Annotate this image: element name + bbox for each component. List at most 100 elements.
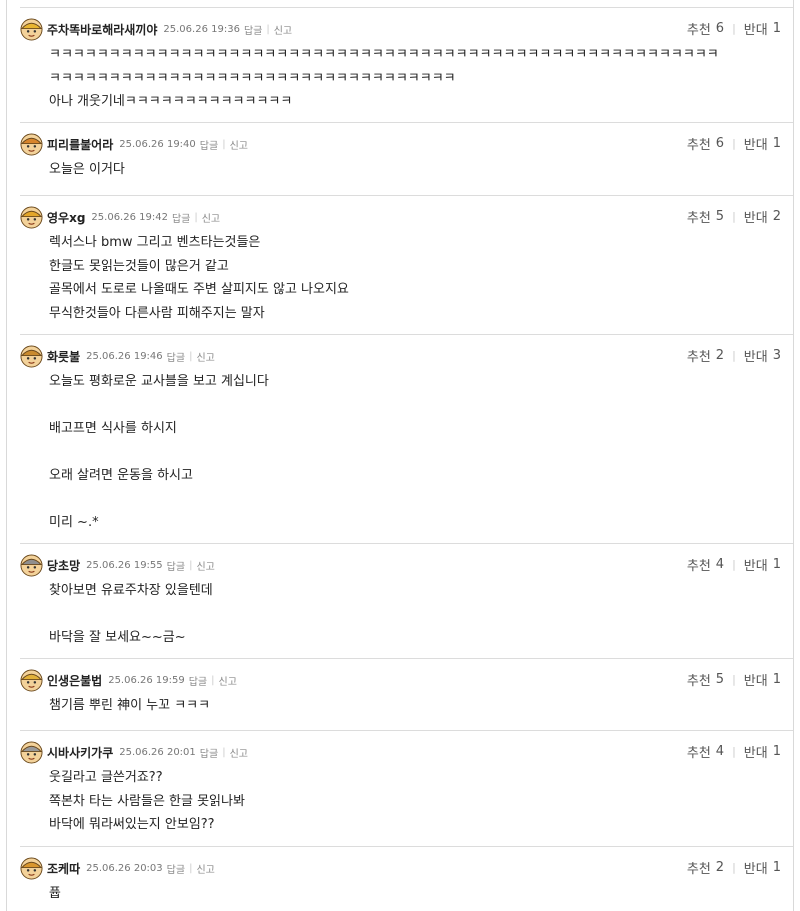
comment-text-line: 찾아보면 유료주차장 있을텐데 xyxy=(49,583,213,598)
report-link[interactable]: 신고 xyxy=(230,745,248,760)
reply-link[interactable]: 답글 xyxy=(167,558,185,573)
downvote-button[interactable]: 반대 xyxy=(744,207,768,226)
comment-date: 25.06.26 20:03 xyxy=(86,862,163,874)
avatar-icon[interactable] xyxy=(20,856,43,880)
author-nickname[interactable]: 화릇불 xyxy=(47,348,80,365)
vote-box: 추천 4 | 반대 1 xyxy=(687,742,781,761)
upvote-button[interactable]: 추천 xyxy=(687,555,711,574)
comment-item: 영우xg 25.06.26 19:42 답글 | 신고 추천 5 | 반대 2 렉서스나 bmw 그… xyxy=(20,195,793,325)
upvote-count: 4 xyxy=(715,557,725,572)
comment-body: 챔기름 뿌린 神이 누꼬 ㅋㅋㅋ xyxy=(49,694,793,718)
downvote-count: 1 xyxy=(772,21,781,36)
comment-text-line xyxy=(49,603,793,627)
divider: | xyxy=(189,350,193,362)
downvote-button[interactable]: 반대 xyxy=(744,19,768,38)
comment-header: 화릇불 25.06.26 19:46 답글 | 신고 추천 2 | 반대 3 xyxy=(20,344,793,368)
divider: | xyxy=(732,210,736,223)
comment-text-line: 한글도 못읽는것들이 많은거 같고 xyxy=(49,258,229,274)
comment-text-line xyxy=(49,441,793,465)
upvote-button[interactable]: 추천 xyxy=(687,134,711,153)
author-nickname[interactable]: 인생은불법 xyxy=(47,672,102,689)
downvote-button[interactable]: 반대 xyxy=(744,742,768,761)
downvote-button[interactable]: 반대 xyxy=(744,555,768,574)
comment-text-line: 쪽본차 타는 사람들은 한글 못읽나봐 xyxy=(49,793,245,809)
upvote-button[interactable]: 추천 xyxy=(687,858,711,877)
avatar-icon[interactable] xyxy=(20,668,43,692)
comment-date: 25.06.26 19:46 xyxy=(86,350,163,362)
author-nickname[interactable]: 시바사키가쿠 xyxy=(47,744,113,761)
author-nickname[interactable]: 주차똑바로해라새끼야 xyxy=(47,21,157,38)
comment-header: 영우xg 25.06.26 19:42 답글 | 신고 추천 5 | 반대 2 xyxy=(20,205,793,229)
downvote-count: 1 xyxy=(772,672,781,687)
author-nickname[interactable]: 당초망 xyxy=(47,557,80,574)
upvote-button[interactable]: 추천 xyxy=(687,346,711,365)
comment-date: 25.06.26 19:40 xyxy=(119,138,196,150)
comment-item: 피리를불어라 25.06.26 19:40 답글 | 신고 추천 6 | 반대 1 오늘은 이거다 xyxy=(20,122,793,182)
vote-box: 추천 2 | 반대 3 xyxy=(687,346,781,365)
upvote-button[interactable]: 추천 xyxy=(687,742,711,761)
avatar-icon[interactable] xyxy=(20,17,43,41)
divider: | xyxy=(194,211,198,223)
reply-link[interactable]: 답글 xyxy=(172,210,190,225)
comment-item: 시바사키가쿠 25.06.26 20:01 답글 | 신고 추천 4 | 반대 1 웃길라고 글쓴거… xyxy=(20,730,793,837)
comment-header: 조케따 25.06.26 20:03 답글 | 신고 추천 2 | 반대 1 xyxy=(20,856,793,880)
downvote-button[interactable]: 반대 xyxy=(744,670,768,689)
downvote-button[interactable]: 반대 xyxy=(744,346,768,365)
avatar-icon[interactable] xyxy=(20,344,43,368)
report-link[interactable]: 신고 xyxy=(219,673,237,688)
author-nickname[interactable]: 조케따 xyxy=(47,860,80,877)
downvote-count: 1 xyxy=(772,136,781,151)
report-link[interactable]: 신고 xyxy=(196,349,214,364)
avatar-icon[interactable] xyxy=(20,205,43,229)
avatar-icon[interactable] xyxy=(20,553,43,577)
reply-link[interactable]: 답글 xyxy=(167,861,185,876)
downvote-count: 2 xyxy=(772,209,781,224)
report-link[interactable]: 신고 xyxy=(196,861,214,876)
comment-date: 25.06.26 19:36 xyxy=(163,23,240,35)
upvote-button[interactable]: 추천 xyxy=(687,670,711,689)
divider: | xyxy=(732,22,736,35)
author-nickname[interactable]: 피리를불어라 xyxy=(47,136,113,153)
divider: | xyxy=(189,862,193,874)
reply-link[interactable]: 답글 xyxy=(244,22,262,37)
reply-link[interactable]: 답글 xyxy=(189,673,207,688)
avatar-icon[interactable] xyxy=(20,740,43,764)
divider: | xyxy=(732,349,736,362)
vote-box: 추천 6 | 반대 1 xyxy=(687,19,781,38)
divider: | xyxy=(211,674,215,686)
comment-date: 25.06.26 19:42 xyxy=(91,211,168,223)
upvote-count: 4 xyxy=(715,744,725,759)
divider: | xyxy=(222,746,226,758)
avatar-icon[interactable] xyxy=(20,132,43,156)
comment-text-line: 웃길라고 글쓴거죠?? xyxy=(49,770,163,785)
reply-link[interactable]: 답글 xyxy=(167,349,185,364)
vote-box: 추천 5 | 반대 1 xyxy=(687,670,781,689)
divider: | xyxy=(732,673,736,686)
upvote-button[interactable]: 추천 xyxy=(687,207,711,226)
author-nickname[interactable]: 영우xg xyxy=(47,209,85,226)
comment-header: 시바사키가쿠 25.06.26 20:01 답글 | 신고 추천 4 | 반대 1 xyxy=(20,740,793,764)
divider: | xyxy=(732,745,736,758)
reply-link[interactable]: 답글 xyxy=(200,137,218,152)
reply-link[interactable]: 답글 xyxy=(200,745,218,760)
upvote-count: 2 xyxy=(715,348,725,363)
downvote-count: 1 xyxy=(772,744,781,759)
comment-body: 오늘도 평화로운 교사블을 보고 계십니다 배고프면 식사를 하시지 오래 살려면 … xyxy=(49,370,793,535)
divider: | xyxy=(732,861,736,874)
comment-text-line: 오래 살려면 운동을 하시고 xyxy=(49,468,193,483)
comment-text-line: 오늘도 평화로운 교사블을 보고 계십니다 xyxy=(49,374,269,389)
comment-body: 렉서스나 bmw 그리고 벤츠타는것들은 한글도 못읽는것들이 많은거 같고 골목에… xyxy=(49,231,793,325)
upvote-button[interactable]: 추천 xyxy=(687,19,711,38)
comment-body: 웃길라고 글쓴거죠?? 쪽본차 타는 사람들은 한글 못읽나봐 바닥에 뭐라써있는지… xyxy=(49,766,793,837)
comment-text-line: 오늘은 이거다 xyxy=(49,162,125,177)
downvote-button[interactable]: 반대 xyxy=(744,858,768,877)
comment-text-line: 미리 ~.* xyxy=(49,515,99,530)
report-link[interactable]: 신고 xyxy=(230,137,248,152)
vote-box: 추천 6 | 반대 1 xyxy=(687,134,781,153)
upvote-count: 6 xyxy=(715,21,725,36)
divider: | xyxy=(732,558,736,571)
downvote-button[interactable]: 반대 xyxy=(744,134,768,153)
report-link[interactable]: 신고 xyxy=(274,22,292,37)
report-link[interactable]: 신고 xyxy=(196,558,214,573)
report-link[interactable]: 신고 xyxy=(202,210,220,225)
